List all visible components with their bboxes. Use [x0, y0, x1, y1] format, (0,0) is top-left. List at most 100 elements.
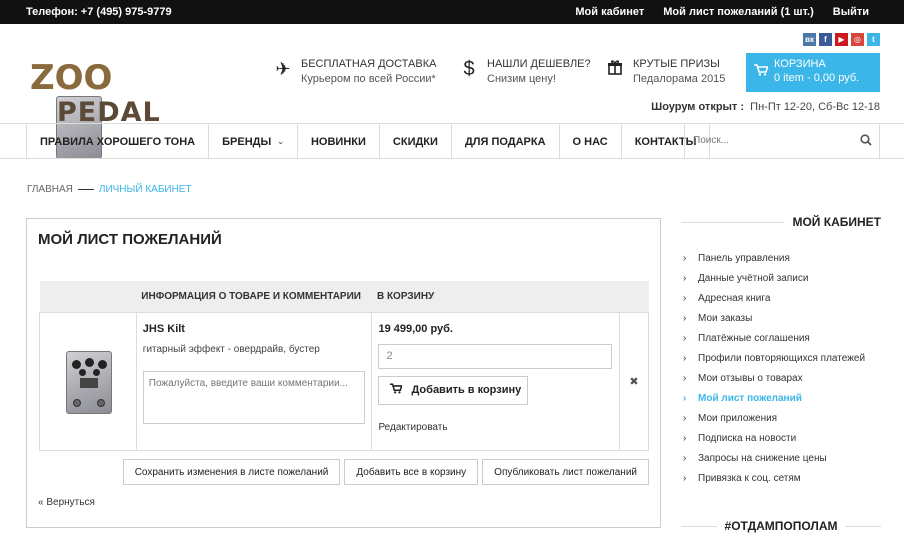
table-row: JHS Kilt гитарный эффект - овердрайв, бу… [39, 311, 649, 451]
feature-subtitle: Педалорама 2015 [633, 73, 726, 85]
sidebar-item-label: Подписка на новости [698, 432, 797, 444]
nav-label: Новинки [310, 135, 366, 148]
chevron-right-icon: › [683, 392, 687, 404]
remove-cell: ✖ [619, 311, 649, 451]
pedal-display [80, 377, 98, 388]
cart-button[interactable]: Корзина 0 item - 0,00 руб. [746, 53, 880, 92]
chevron-right-icon: › [683, 252, 687, 264]
sidebar-title-text: Мой кабинет [792, 215, 881, 229]
search-box [684, 124, 880, 159]
sidebar-item-price-drop[interactable]: › Запросы на снижение цены [681, 448, 881, 468]
edit-link[interactable]: Редактировать [378, 422, 447, 433]
sidebar-menu: › Панель управления › Данные учётной запис… [681, 248, 881, 488]
social-links: вк f ▶ ◎ t [803, 33, 880, 46]
nav-item-rules[interactable]: Правила хорошего тона [26, 124, 210, 159]
product-image[interactable] [66, 350, 112, 414]
sidebar-item-address-book[interactable]: › Адресная книга [681, 288, 881, 308]
instagram-icon[interactable]: ◎ [851, 33, 864, 46]
add-all-to-cart-button[interactable]: Добавить все в корзину [344, 459, 479, 485]
chevron-right-icon: › [683, 372, 687, 384]
nav-label: О нас [572, 135, 608, 148]
product-description: гитарный эффект - овердрайв, бустер [142, 343, 320, 355]
sidebar-item-account-info[interactable]: › Данные учётной записи [681, 268, 881, 288]
sidebar-item-recurring-profiles[interactable]: › Профили повторяющихся платежей [681, 348, 881, 368]
quantity-input[interactable] [378, 343, 613, 369]
breadcrumb: Главная Личный кабинет [27, 184, 192, 195]
account-sidebar: Мой кабинет › Панель управления › Данные у… [681, 215, 882, 533]
my-wishlist-link[interactable]: Мой лист пожеланий (1 шт.) [663, 6, 813, 18]
pedal-knob [85, 357, 94, 367]
chevron-right-icon: › [683, 352, 687, 364]
showroom-hours: Шоурум открыт : Пн-Пт 12-20, Сб-Вс 12-18 [651, 101, 880, 113]
chevron-right-icon: › [683, 472, 687, 484]
nav-item-about[interactable]: О нас [560, 124, 622, 159]
sidebar-item-dashboard[interactable]: › Панель управления [681, 248, 881, 268]
sidebar-item-wishlist[interactable]: › Мой лист пожеланий [681, 388, 881, 408]
sidebar-item-label: Привязка к соц. сетям [698, 472, 801, 484]
chevron-right-icon: › [683, 452, 687, 464]
my-account-link[interactable]: Мой кабинет [575, 6, 644, 18]
sidebar-item-label: Мой лист пожеланий [698, 392, 802, 404]
feature-price-match: $ Нашли дешевле? Снизим цену! [461, 58, 590, 85]
title-divider [681, 221, 785, 223]
product-info-cell: JHS Kilt гитарный эффект - овердрайв, бу… [135, 311, 373, 451]
sidebar-item-label: Платёжные соглашения [698, 332, 810, 344]
sidebar-item-newsletter[interactable]: › Подписка на новости [681, 428, 881, 448]
account-links: Мой кабинет Мой лист пожеланий (1 шт.) В… [575, 6, 869, 18]
breadcrumb-current: Личный кабинет [98, 184, 192, 195]
chevron-right-icon: › [683, 272, 687, 284]
feature-subtitle: Снизим цену! [487, 73, 556, 85]
plane-icon: ✈ [275, 59, 291, 79]
add-to-cart-button[interactable]: Добавить в корзину [378, 375, 529, 405]
nav-label: Бренды [222, 135, 272, 148]
nav-label: Скидки [392, 135, 438, 148]
chevron-right-icon: › [683, 432, 687, 444]
twitter-icon[interactable]: t [867, 33, 880, 46]
product-price: 19 499,00 руб. [378, 322, 453, 335]
save-wishlist-button[interactable]: Сохранить изменения в листе пожеланий [122, 459, 341, 485]
facebook-icon[interactable]: f [819, 33, 832, 46]
site-logo[interactable]: PEDAL ZOO [30, 58, 160, 159]
sidebar-item-reviews[interactable]: › Мои отзывы о товарах [681, 368, 881, 388]
top-bar: Телефон: +7 (495) 975-9779 Мой кабинет М… [0, 0, 904, 24]
cart-icon [754, 64, 769, 79]
sidebar-title-secondary: #ОТДАМПОПОЛАМ [681, 519, 882, 533]
sidebar-item-social-link[interactable]: › Привязка к соц. сетям [681, 468, 881, 488]
search-icon[interactable] [860, 134, 872, 149]
sidebar-item-label: Данные учётной записи [698, 272, 809, 284]
cart-title: Корзина [774, 58, 826, 70]
feature-prizes: Крутые призы Педалорама 2015 [607, 58, 725, 85]
product-name[interactable]: JHS Kilt [143, 323, 366, 335]
title-divider [845, 525, 882, 527]
pedal-knob [72, 359, 81, 369]
sidebar-item-label: Мои приложения [698, 412, 778, 424]
sidebar-item-label: Адресная книга [698, 292, 771, 304]
remove-item-icon[interactable]: ✖ [629, 375, 638, 388]
phone-number: Телефон: +7 (495) 975-9779 [26, 6, 172, 18]
nav-label: Для подарка [464, 135, 546, 148]
search-input[interactable] [685, 124, 845, 157]
cart-summary: 0 item - 0,00 руб. [774, 72, 860, 84]
back-link[interactable]: « Вернуться [38, 497, 95, 508]
pedal-footswitch [97, 398, 105, 407]
chevron-down-icon: ⌄ [277, 137, 284, 146]
column-header-info: Информация о товаре и комментарии [136, 281, 372, 313]
sidebar-item-applications[interactable]: › Мои приложения [681, 408, 881, 428]
chevron-right-icon: › [683, 292, 687, 304]
nav-item-sale[interactable]: Скидки [380, 124, 452, 159]
sidebar-item-orders[interactable]: › Мои заказы [681, 308, 881, 328]
logout-link[interactable]: Выйти [833, 6, 869, 18]
nav-item-gifts[interactable]: Для подарка [452, 124, 560, 159]
comment-textarea[interactable] [142, 370, 365, 424]
chevron-right-icon: › [683, 312, 687, 324]
pedal-knob [93, 368, 100, 376]
nav-item-new[interactable]: Новинки [298, 124, 380, 159]
logo-text-zoo: ZOO [30, 58, 113, 98]
breadcrumb-home[interactable]: Главная [27, 184, 73, 195]
wishlist-table: Информация о товаре и комментарии В корз… [39, 281, 649, 451]
vk-icon[interactable]: вк [803, 33, 816, 46]
share-wishlist-button[interactable]: Опубликовать лист пожеланий [482, 459, 649, 485]
youtube-icon[interactable]: ▶ [835, 33, 848, 46]
nav-item-brands[interactable]: Бренды ⌄ [209, 124, 298, 159]
sidebar-item-billing-agreements[interactable]: › Платёжные соглашения [681, 328, 881, 348]
